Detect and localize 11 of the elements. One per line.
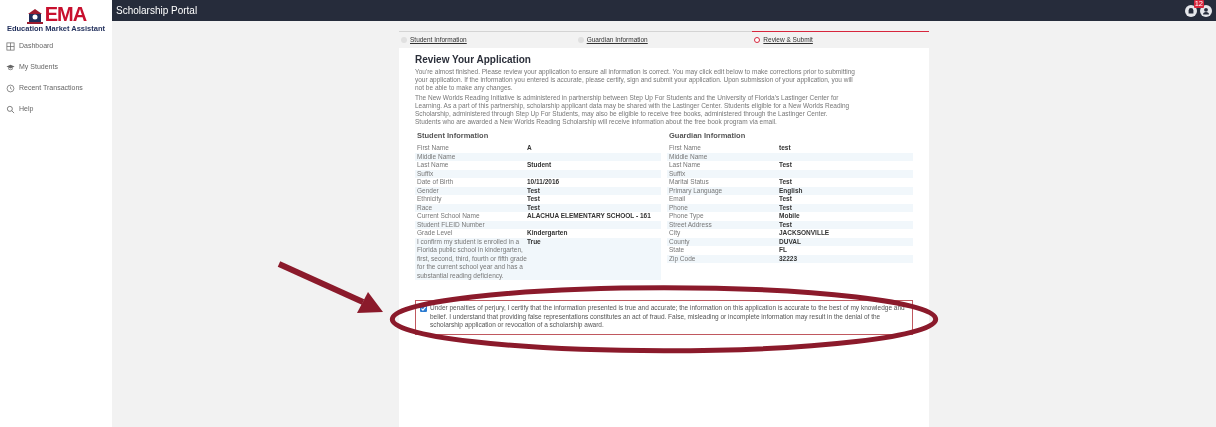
logo-icon bbox=[25, 6, 44, 24]
logo-text: EMA bbox=[44, 4, 87, 24]
page-title: Scholarship Portal bbox=[116, 4, 198, 18]
bell-icon[interactable] bbox=[1185, 4, 1197, 17]
clock-icon bbox=[6, 84, 15, 93]
search-icon bbox=[6, 105, 15, 114]
review-title: Review Your Application bbox=[415, 54, 532, 66]
user-icon[interactable] bbox=[1200, 4, 1212, 17]
checkbox[interactable] bbox=[420, 305, 427, 312]
grid-icon bbox=[6, 42, 15, 51]
graduation-cap-icon bbox=[6, 63, 15, 72]
